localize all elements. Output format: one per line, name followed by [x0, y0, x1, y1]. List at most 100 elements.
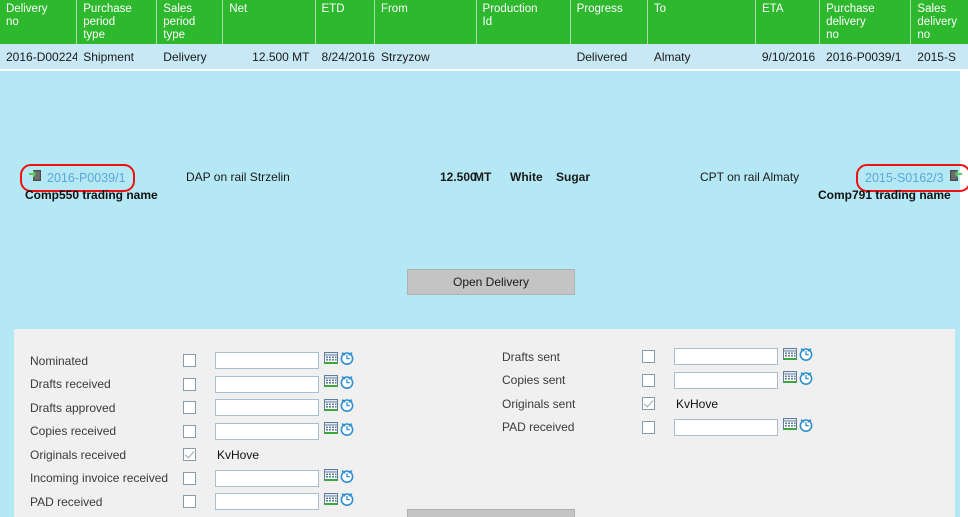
- column-header[interactable]: Purchase period type: [77, 0, 158, 44]
- form-row: Drafts approved: [14, 396, 414, 420]
- form-row: Incoming invoice received: [14, 467, 414, 491]
- column-header[interactable]: From: [375, 0, 477, 44]
- date-input-pad-received[interactable]: [215, 493, 319, 511]
- column-header[interactable]: Sales period type: [157, 0, 224, 44]
- checkbox-incoming-invoice-received[interactable]: [183, 471, 196, 485]
- product-grade: White: [510, 170, 543, 184]
- checkbox-pad-received[interactable]: [642, 420, 655, 434]
- date-time-picker-icons: [324, 398, 354, 417]
- clock-icon[interactable]: [340, 398, 354, 417]
- form-row: Drafts sent: [490, 345, 910, 369]
- date-time-picker-icons: [324, 375, 354, 394]
- checkbox-drafts-received[interactable]: [183, 377, 196, 391]
- clock-icon[interactable]: [340, 351, 354, 370]
- delivery-detail-screen: Delivery no Purchase period type Sales per…: [0, 0, 968, 517]
- column-header[interactable]: Net: [223, 0, 316, 44]
- document-out-icon: [29, 169, 42, 187]
- clock-icon[interactable]: [799, 347, 813, 366]
- date-input-incoming-invoice-received[interactable]: [215, 469, 319, 487]
- clock-icon[interactable]: [340, 422, 354, 441]
- form-row: Copies received: [14, 420, 414, 444]
- checkbox-drafts-approved[interactable]: [183, 401, 196, 415]
- date-input-copies-sent[interactable]: [674, 371, 778, 389]
- column-header[interactable]: Sales delivery no: [911, 0, 968, 44]
- quantity-value: 12.500: [440, 170, 477, 184]
- cell-sales-delivery-no: 2015-S: [917, 49, 956, 64]
- date-input-drafts-sent[interactable]: [674, 348, 778, 366]
- clock-icon[interactable]: [340, 492, 354, 511]
- sales-delivery-terms: CPT on rail Almaty: [700, 170, 800, 184]
- form-row-label: PAD received: [30, 494, 103, 509]
- calendar-icon[interactable]: [324, 351, 338, 370]
- column-header[interactable]: Production Id: [477, 0, 571, 44]
- date-time-picker-icons: [324, 351, 354, 370]
- clock-icon[interactable]: [799, 418, 813, 437]
- cell-progress: Delivered: [576, 49, 628, 64]
- cell-purchase-delivery-no: 2016-P0039/1: [826, 49, 902, 64]
- received-documents-column: Nominated Drafts received Drafts approved C…: [14, 329, 414, 514]
- calendar-icon[interactable]: [783, 418, 797, 436]
- form-row-label: Drafts approved: [30, 400, 116, 415]
- column-header[interactable]: ETA: [756, 0, 821, 44]
- date-input-pad-received[interactable]: [674, 418, 778, 436]
- purchase-trading-name: Comp550 trading name: [25, 188, 158, 202]
- user-name-value: KvHove: [676, 396, 719, 411]
- user-name-value: KvHove: [217, 447, 260, 462]
- form-row-label: Originals sent: [502, 396, 576, 411]
- checkbox-copies-received[interactable]: [183, 424, 196, 438]
- column-header[interactable]: Progress: [571, 0, 648, 44]
- date-time-picker-icons: [783, 347, 813, 366]
- table-row[interactable]: 2016-D00224 Shipment Delivery 12.500 MT 8/24…: [0, 44, 968, 70]
- sent-documents-column: Drafts sent Copies sent Originals sent KvHo…: [490, 329, 910, 439]
- cell-eta: 9/10/2016: [761, 49, 816, 64]
- clock-icon[interactable]: [340, 469, 354, 488]
- purchase-delivery-terms: DAP on rail Strzelin: [186, 170, 290, 184]
- date-time-picker-icons: [783, 418, 813, 437]
- column-header[interactable]: ETD: [316, 0, 375, 44]
- checkbox-copies-sent[interactable]: [642, 373, 655, 387]
- product-name: Sugar: [556, 170, 591, 184]
- form-row-label: Originals received: [30, 447, 127, 462]
- date-time-picker-icons: [783, 371, 813, 390]
- clock-icon[interactable]: [340, 375, 354, 394]
- checkbox-drafts-sent[interactable]: [642, 350, 655, 364]
- checkbox-originals-received[interactable]: [183, 448, 196, 462]
- calendar-icon[interactable]: [324, 375, 338, 393]
- form-row-label: Drafts sent: [502, 349, 561, 364]
- cell-etd: 8/24/2016: [321, 49, 375, 64]
- cell-delivery-no: 2016-D00224: [6, 49, 78, 64]
- apply-button[interactable]: Apply: [407, 509, 575, 517]
- purchase-delivery-link[interactable]: 2016-P0039/1: [47, 171, 126, 185]
- form-row-label: Drafts received: [30, 377, 111, 392]
- date-input-copies-received[interactable]: [215, 422, 319, 440]
- calendar-icon[interactable]: [324, 469, 338, 487]
- checkbox-pad-received[interactable]: [183, 495, 196, 509]
- form-row: Nominated: [14, 349, 414, 373]
- form-row-label: Nominated: [30, 353, 89, 368]
- unit-of-measure: MT: [474, 170, 492, 184]
- calendar-icon[interactable]: [324, 398, 338, 417]
- calendar-icon[interactable]: [324, 492, 338, 511]
- date-input-nominated[interactable]: [215, 352, 319, 370]
- calendar-icon[interactable]: [783, 347, 797, 366]
- form-row: Copies sent: [490, 369, 910, 393]
- checkbox-originals-sent[interactable]: [642, 397, 655, 411]
- form-row-label: PAD received: [502, 420, 575, 435]
- calendar-icon[interactable]: [324, 422, 338, 440]
- calendar-icon[interactable]: [783, 371, 797, 389]
- clock-icon[interactable]: [799, 371, 813, 390]
- date-input-drafts-received[interactable]: [215, 375, 319, 393]
- open-delivery-button[interactable]: Open Delivery: [407, 269, 575, 295]
- column-header[interactable]: Purchase delivery no: [820, 0, 912, 44]
- column-header[interactable]: Delivery no: [0, 0, 78, 44]
- date-time-picker-icons: [324, 469, 354, 488]
- sales-delivery-link[interactable]: 2015-S0162/3: [865, 171, 944, 185]
- date-input-drafts-approved[interactable]: [215, 399, 319, 417]
- delivery-detail-panel: 2016-P0039/1 Comp550 trading name 2015-S…: [0, 71, 968, 517]
- checkbox-nominated[interactable]: [183, 354, 196, 368]
- cell-purchase-period-type: Shipment: [83, 49, 134, 64]
- cell-from: Strzyzow: [381, 49, 430, 64]
- form-row: Originals sent KvHove: [490, 392, 910, 416]
- grid-header-row: Delivery no Purchase period type Sales per…: [0, 0, 968, 44]
- column-header[interactable]: To: [648, 0, 756, 44]
